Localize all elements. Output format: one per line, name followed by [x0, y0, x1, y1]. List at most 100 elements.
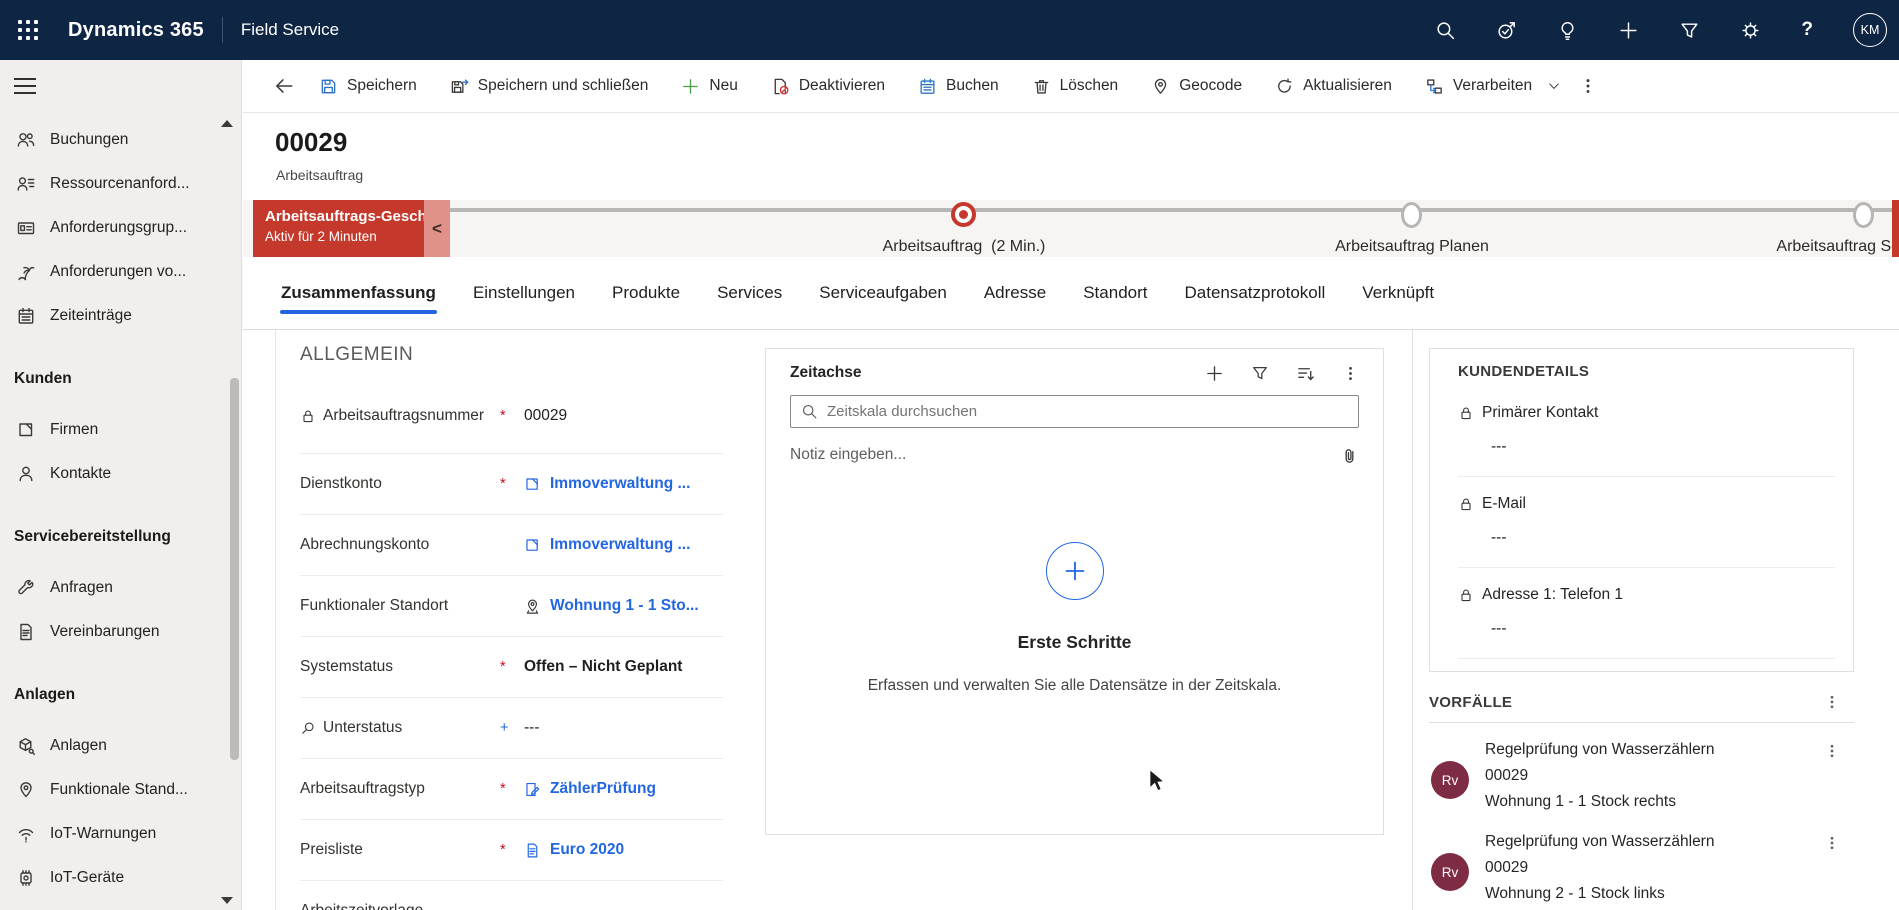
required-marker: * — [500, 659, 506, 675]
id-card-icon — [17, 222, 35, 235]
note-input-row[interactable]: Notiz eingeben... — [790, 434, 1359, 476]
geocode-button-label: Geocode — [1179, 77, 1243, 94]
field-value-lookup[interactable]: ZählerPrüfung — [524, 780, 723, 798]
incident-row[interactable]: Rv Regelprüfung von Wasserzählern 00029 … — [1429, 829, 1854, 907]
process-next-stage-sliver[interactable] — [1892, 200, 1899, 257]
help-icon[interactable]: ? — [1801, 19, 1813, 41]
field-value-lookup[interactable]: Wohnung 1 - 1 Sto... — [524, 597, 723, 615]
timeline-expand-records-icon[interactable] — [1296, 364, 1315, 383]
sidebar-item-iot-warnungen[interactable]: IoT-Warnungen — [0, 812, 241, 856]
filter-icon[interactable] — [1679, 20, 1700, 41]
field-value[interactable]: Offen – Nicht Geplant — [524, 658, 723, 676]
sidebar-nav: Buchungen Ressourcenanford... Anforderun… — [0, 118, 241, 900]
get-started-plus-icon[interactable] — [1045, 542, 1104, 600]
timeline-more-icon[interactable] — [1342, 365, 1359, 382]
account-icon — [526, 477, 539, 490]
tab-datensatzprotokoll[interactable]: Datensatzprotokoll — [1183, 279, 1326, 307]
process-collapse-chevron-icon[interactable]: < — [424, 200, 450, 257]
field-value[interactable]: --- — [1458, 438, 1835, 456]
field-value-lookup[interactable]: Immoverwaltung ... — [524, 536, 723, 554]
gear-icon[interactable] — [1740, 20, 1761, 41]
save-button-label: Speichern — [347, 77, 417, 94]
process-stage-flyout[interactable]: Arbeitsauftrags-Geschäft... Aktiv für 2 … — [253, 200, 424, 257]
timeline-search-input[interactable] — [827, 403, 1348, 420]
waffle-icon[interactable] — [18, 20, 38, 40]
process-button-label: Verarbeiten — [1452, 77, 1533, 94]
field-value[interactable]: 00029 — [524, 407, 723, 425]
plus-icon[interactable] — [1618, 20, 1639, 41]
process-stage-label[interactable]: Arbeitsauftrag Planen — [1335, 238, 1489, 256]
field-value[interactable]: --- — [1458, 620, 1835, 638]
sidebar-item-buchungen[interactable]: Buchungen — [0, 118, 241, 162]
save-and-close-button[interactable]: Speichern und schließen — [450, 77, 648, 96]
field-value[interactable]: --- — [524, 719, 723, 737]
field-value[interactable]: --- — [1458, 529, 1835, 547]
required-marker: * — [500, 781, 506, 797]
task-check-icon[interactable] — [1496, 20, 1517, 41]
process-stage-node-active[interactable] — [951, 202, 976, 227]
wrench-icon — [18, 579, 34, 595]
field-value[interactable]: --- — [524, 902, 723, 910]
timeline-filter-icon[interactable] — [1251, 364, 1269, 382]
user-avatar[interactable]: KM — [1853, 13, 1887, 47]
site-map-sidebar: Buchungen Ressourcenanford... Anforderun… — [0, 60, 242, 910]
tab-standort[interactable]: Standort — [1082, 279, 1148, 307]
tab-produkte[interactable]: Produkte — [611, 279, 681, 307]
new-button[interactable]: Neu — [681, 77, 738, 96]
paperclip-icon[interactable] — [1340, 446, 1359, 465]
lightbulb-icon[interactable] — [1557, 20, 1578, 41]
tab-einstellungen[interactable]: Einstellungen — [472, 279, 576, 307]
app-name[interactable]: Field Service — [241, 20, 339, 40]
title-divider — [221, 17, 223, 43]
chevron-down-icon[interactable] — [1547, 79, 1561, 93]
process-button[interactable]: Verarbeiten — [1425, 77, 1532, 96]
sidebar-item-ressourcenanforderungen[interactable]: Ressourcenanford... — [0, 162, 241, 206]
sidebar-item-vereinbarungen[interactable]: Vereinbarungen — [0, 610, 241, 654]
hamburger-menu-icon[interactable] — [14, 78, 36, 99]
sidebar-scroll-down-icon[interactable] — [221, 897, 233, 904]
book-button[interactable]: Buchen — [918, 77, 999, 96]
delete-button[interactable]: Löschen — [1032, 77, 1118, 96]
tab-adresse[interactable]: Adresse — [983, 279, 1047, 307]
sidebar-item-anforderungsgruppen[interactable]: Anforderungsgrup... — [0, 206, 241, 250]
incident-more-icon[interactable] — [1824, 835, 1840, 851]
customer-details-title: KUNDENDETAILS — [1458, 363, 1590, 380]
overflow-menu-icon[interactable] — [1579, 77, 1597, 95]
sidebar-item-anforderungen-von[interactable]: Anforderungen vo... — [0, 250, 241, 294]
geocode-button[interactable]: Geocode — [1151, 77, 1242, 96]
sidebar-item-anlagen[interactable]: Anlagen — [0, 724, 241, 768]
tab-serviceaufgaben[interactable]: Serviceaufgaben — [818, 279, 948, 307]
sidebar-item-anfragen[interactable]: Anfragen — [0, 566, 241, 610]
deactivate-button[interactable]: Deaktivieren — [771, 77, 885, 96]
iot-alert-icon — [18, 829, 34, 843]
process-stage-label[interactable]: Arbeitsauftrag Schließen — [1776, 238, 1899, 256]
incident-location: Wohnung 1 - 1 Stock rechts — [1485, 793, 1676, 810]
record-header: 00029 Arbeitsauftrag — [243, 113, 1899, 200]
process-stage-node[interactable] — [1401, 202, 1422, 228]
incidents-more-icon[interactable] — [1824, 694, 1840, 710]
process-stage-label[interactable]: Arbeitsauftrag (2 Min.) — [883, 238, 1046, 256]
save-button[interactable]: Speichern — [319, 77, 417, 96]
refresh-button[interactable]: Aktualisieren — [1275, 77, 1392, 96]
tab-verknuepft[interactable]: Verknüpft — [1361, 279, 1435, 307]
field-value-lookup[interactable]: Euro 2020 — [524, 841, 723, 859]
sidebar-item-iot-geraete[interactable]: IoT-Geräte — [0, 856, 241, 900]
timeline-add-icon[interactable] — [1205, 364, 1224, 383]
sidebar-item-funktionale-standorte[interactable]: Funktionale Stand... — [0, 768, 241, 812]
field-dienstkonto: Dienstkonto * Immoverwaltung ... — [300, 454, 723, 515]
process-stage-node[interactable] — [1853, 202, 1874, 228]
sidebar-item-zeiteintraege[interactable]: Zeiteinträge — [0, 294, 241, 338]
back-arrow-icon[interactable] — [273, 75, 295, 97]
tab-services[interactable]: Services — [716, 279, 783, 307]
incident-row[interactable]: Rv Regelprüfung von Wasserzählern 00029 … — [1429, 737, 1854, 815]
tab-zusammenfassung[interactable]: Zusammenfassung — [280, 279, 437, 314]
sidebar-group-anlagen: Anlagen — [14, 686, 76, 703]
field-value-lookup[interactable]: Immoverwaltung ... — [524, 475, 723, 493]
sidebar-scrollbar[interactable] — [230, 378, 239, 760]
search-icon[interactable] — [1435, 20, 1456, 41]
top-navigation-bar: Dynamics 365 Field Service ? KM — [0, 0, 1899, 60]
incident-avatar: Rv — [1431, 761, 1469, 799]
sidebar-item-kontakte[interactable]: Kontakte — [0, 452, 241, 496]
incident-more-icon[interactable] — [1824, 743, 1840, 759]
sidebar-item-firmen[interactable]: Firmen — [0, 408, 241, 452]
